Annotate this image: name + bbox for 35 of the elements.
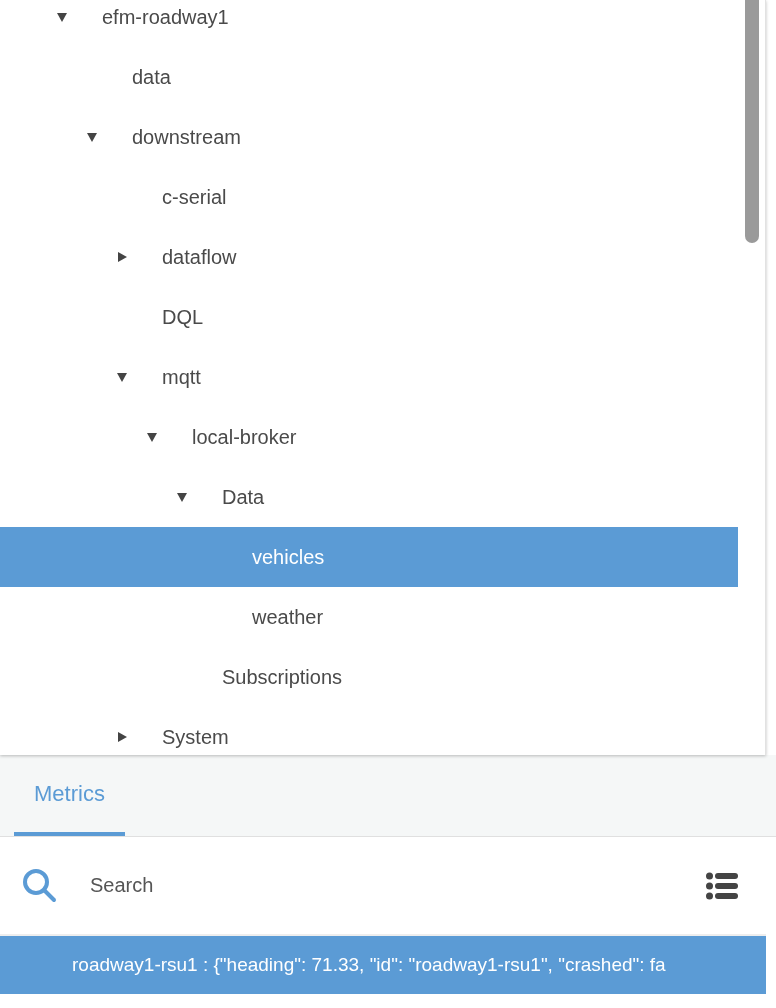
tree-item-label: System — [162, 725, 229, 749]
tree-item[interactable]: mqtt — [0, 347, 738, 407]
caret-down-icon[interactable] — [176, 491, 188, 503]
tree-item[interactable]: downstream — [0, 107, 738, 167]
tree-item-label: data — [132, 65, 171, 89]
caret-right-icon[interactable] — [116, 251, 128, 263]
tree-item[interactable]: c-serial — [0, 167, 738, 227]
tree-item-label: c-serial — [162, 185, 227, 209]
tree-item-label: downstream — [132, 125, 241, 149]
tree-item-label: dataflow — [162, 245, 237, 269]
caret-down-icon[interactable] — [116, 371, 128, 383]
caret-down-icon[interactable] — [86, 131, 98, 143]
tree-item-label: Subscriptions — [222, 665, 343, 689]
tree-item[interactable]: local-broker — [0, 407, 738, 467]
search-icon — [22, 867, 58, 904]
tree-item[interactable]: DQL — [0, 287, 738, 347]
list-icon[interactable] — [706, 871, 738, 900]
tree-item[interactable]: System — [0, 707, 738, 755]
tree-item-label: efm-roadway1 — [102, 5, 229, 29]
tree-item[interactable]: weather — [0, 587, 738, 647]
tree-item-label: weather — [252, 605, 324, 629]
tree-item-label: Data — [222, 485, 265, 509]
tree-item[interactable]: Data — [0, 467, 738, 527]
tree-item-label: mqtt — [162, 365, 201, 389]
tree-item-label: vehicles — [252, 545, 325, 569]
tree-item[interactable]: efm-roadway1 — [0, 0, 738, 47]
tree-item[interactable]: data — [0, 47, 738, 107]
tree-item[interactable]: dataflow — [0, 227, 738, 287]
caret-right-icon[interactable] — [116, 731, 128, 743]
caret-down-icon[interactable] — [146, 431, 158, 443]
caret-down-icon[interactable] — [56, 11, 68, 23]
tree-item-label: local-broker — [192, 425, 297, 449]
scrollbar-thumb[interactable] — [744, 0, 759, 243]
tree-item[interactable]: Subscriptions — [0, 647, 738, 707]
tree-item-label: DQL — [162, 305, 204, 329]
